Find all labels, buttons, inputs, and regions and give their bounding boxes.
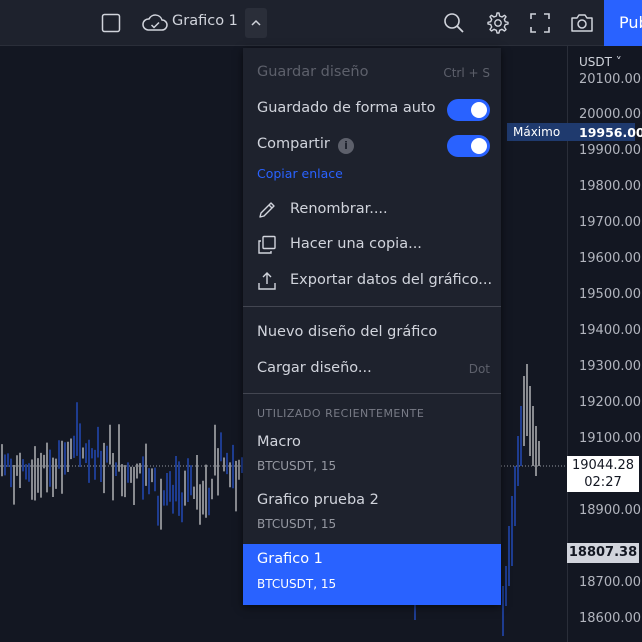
recent-layout-item[interactable]: Grafico prueba 2 BTCUSDT, 15 — [243, 485, 501, 535]
recent-section-title: UTILIZADO RECIENTEMENTE — [257, 407, 425, 420]
pencil-icon — [259, 202, 275, 218]
price-tick: 18600.00 — [579, 611, 642, 626]
search-icon[interactable] — [439, 8, 469, 38]
top-toolbar: Grafico 1 Publicar — [0, 0, 642, 46]
last-price-tag: 19044.28 02:27 — [567, 456, 639, 492]
menu-item-export[interactable]: Exportar datos del gráfico... — [243, 271, 501, 293]
price-tick: 20100.00 — [579, 72, 642, 87]
menu-divider — [243, 393, 501, 394]
price-tick: 19200.00 — [579, 395, 642, 410]
fullscreen-icon[interactable] — [525, 8, 555, 38]
recent-layout-title: Macro — [257, 434, 301, 450]
price-tick: 19400.00 — [579, 323, 642, 338]
cloud-check-icon[interactable] — [139, 8, 171, 38]
low-price-tag: 18807.38 — [567, 543, 639, 563]
price-tick: 19900.00 — [579, 143, 642, 158]
autosave-toggle[interactable] — [447, 99, 490, 121]
new-layout-label: Nuevo diseño del gráfico — [257, 324, 438, 340]
layout-name[interactable]: Grafico 1 — [172, 13, 238, 29]
export-icon — [258, 272, 276, 290]
recent-layout-item-active[interactable]: Grafico 1 BTCUSDT, 15 — [243, 544, 501, 605]
menu-item-autosave[interactable]: Guardado de forma automática — [243, 99, 501, 121]
price-tick: 19700.00 — [579, 215, 642, 230]
price-tick: 19800.00 — [579, 179, 642, 194]
share-toggle[interactable] — [447, 135, 490, 157]
load-shortcut: Dot — [468, 362, 490, 376]
price-tick: 19500.00 — [579, 287, 642, 302]
menu-item-share[interactable]: Compartir i — [243, 135, 501, 157]
recent-layout-symbol: BTCUSDT, 15 — [257, 517, 337, 531]
publish-button[interactable]: Publicar — [604, 0, 642, 46]
make-copy-label: Hacer una copia... — [290, 236, 422, 252]
currency-selector[interactable]: USDT ˅ — [579, 55, 622, 69]
load-layout-label: Cargar diseño... — [257, 360, 372, 376]
copy-link[interactable]: Copiar enlace — [257, 166, 343, 181]
recent-layout-item[interactable]: Macro BTCUSDT, 15 — [243, 427, 501, 477]
recent-layout-title: Grafico prueba 2 — [257, 492, 379, 508]
high-label-text: Máximo — [513, 125, 561, 139]
layout-menu: Guardar diseño Ctrl + S Guardado de form… — [243, 48, 501, 605]
recent-layout-symbol: BTCUSDT, 15 — [257, 577, 337, 591]
price-tick: 20000.00 — [579, 107, 642, 122]
info-icon[interactable]: i — [338, 138, 354, 154]
high-label-value: 19956.00 — [579, 124, 642, 140]
copy-icon — [258, 235, 276, 254]
square-icon[interactable] — [96, 8, 126, 38]
price-tick: 19600.00 — [579, 251, 642, 266]
camera-icon[interactable] — [567, 8, 597, 38]
price-tick: 19100.00 — [579, 431, 642, 446]
menu-item-new-layout[interactable]: Nuevo diseño del gráfico — [243, 323, 501, 345]
recent-layout-title: Grafico 1 — [257, 551, 323, 567]
chevron-up-icon[interactable] — [245, 8, 267, 38]
menu-item-save-layout[interactable]: Guardar diseño Ctrl + S — [243, 64, 501, 84]
menu-divider — [243, 306, 501, 307]
gear-icon[interactable] — [482, 8, 512, 38]
recent-layout-symbol: BTCUSDT, 15 — [257, 459, 337, 473]
last-price-value: 19044.28 — [571, 458, 635, 473]
save-shortcut: Ctrl + S — [443, 66, 490, 80]
rename-label: Renombrar.... — [290, 201, 388, 217]
price-tick: 19300.00 — [579, 359, 642, 374]
menu-item-rename[interactable]: Renombrar.... — [243, 200, 501, 222]
price-tick: 18700.00 — [579, 575, 642, 590]
autosave-label: Guardado de forma automática — [257, 100, 435, 116]
share-label: Compartir — [257, 136, 330, 152]
bar-countdown: 02:27 — [584, 475, 622, 490]
save-layout-label: Guardar diseño — [257, 64, 369, 80]
menu-item-make-copy[interactable]: Hacer una copia... — [243, 235, 501, 257]
price-tick: 18900.00 — [579, 503, 642, 518]
high-price-label: Máximo 19956.00 — [507, 123, 642, 141]
menu-item-load-layout[interactable]: Cargar diseño... Dot — [243, 359, 501, 381]
export-label: Exportar datos del gráfico... — [290, 272, 493, 288]
